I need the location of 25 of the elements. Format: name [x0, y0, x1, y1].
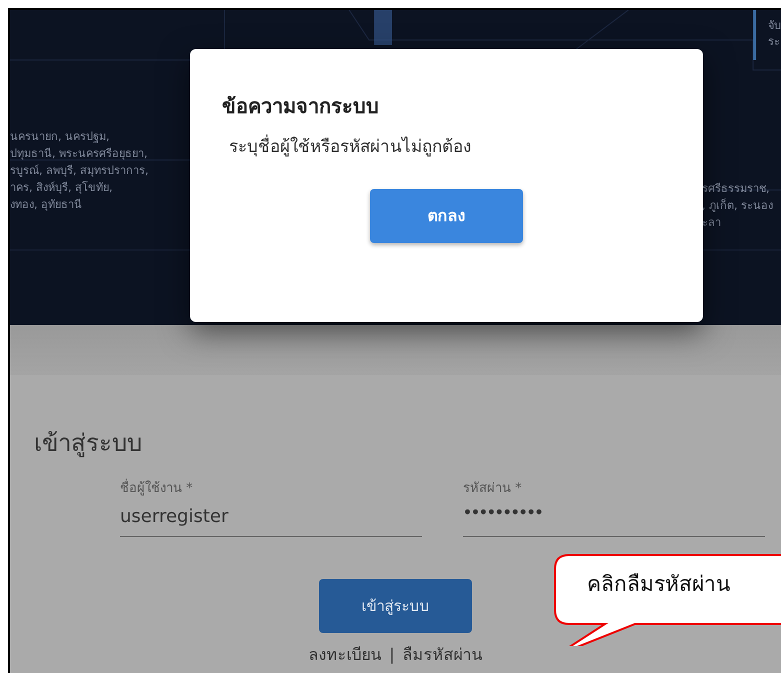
field-label: รหัสผ่าน * — [463, 480, 522, 498]
banner-text: นครนายก, นครปฐม, — [10, 129, 110, 145]
input-field[interactable]: รหัสผ่าน * •••••••••• — [463, 475, 765, 537]
field-value: •••••••••• — [463, 504, 542, 523]
banner-text: าคร, สิงห์บุรี, สุโขทัย, — [10, 180, 112, 196]
field-label: ชื่อผู้ใช้งาน * — [120, 479, 193, 498]
login-title: เข้าสู่ระบบ — [34, 428, 142, 460]
link-separator: | — [389, 644, 395, 666]
text-link[interactable]: ลืมรหัสผ่าน — [402, 643, 483, 667]
dialog-title: ข้อความจากระบบ — [222, 93, 379, 120]
ok-button[interactable]: ตกลง — [370, 188, 523, 242]
input-field[interactable]: ชื่อผู้ใช้งาน * userregister — [120, 475, 422, 537]
dialog-message: ระบุชื่อผู้ใช้หรือรหัสผ่านไม่ถูกต้อง — [229, 135, 471, 160]
banner-text: ระ — [768, 34, 780, 50]
banner-text: จับ — [768, 18, 781, 34]
login-button[interactable]: เข้าสู่ระบบ — [319, 579, 472, 633]
callout-text: คลิกลืมรหัสผ่าน — [587, 571, 730, 598]
banner-text: งทอง, อุทัยธานี — [10, 197, 82, 213]
field-value: userregister — [120, 505, 228, 529]
banner-text: รบูรณ์, ลพบุรี, สมุทรปราการ, — [10, 163, 148, 179]
banner-text: ปทุมธานี, พระนครศรีอยุธยา, — [10, 146, 148, 162]
banner-text: , ภูเก็ต, ระนอง — [702, 197, 773, 214]
text-link[interactable]: ลงทะเบียน — [308, 643, 382, 667]
banner-text: รศรีธรรมราช, — [702, 181, 770, 197]
banner-text: ะลา — [702, 215, 721, 231]
